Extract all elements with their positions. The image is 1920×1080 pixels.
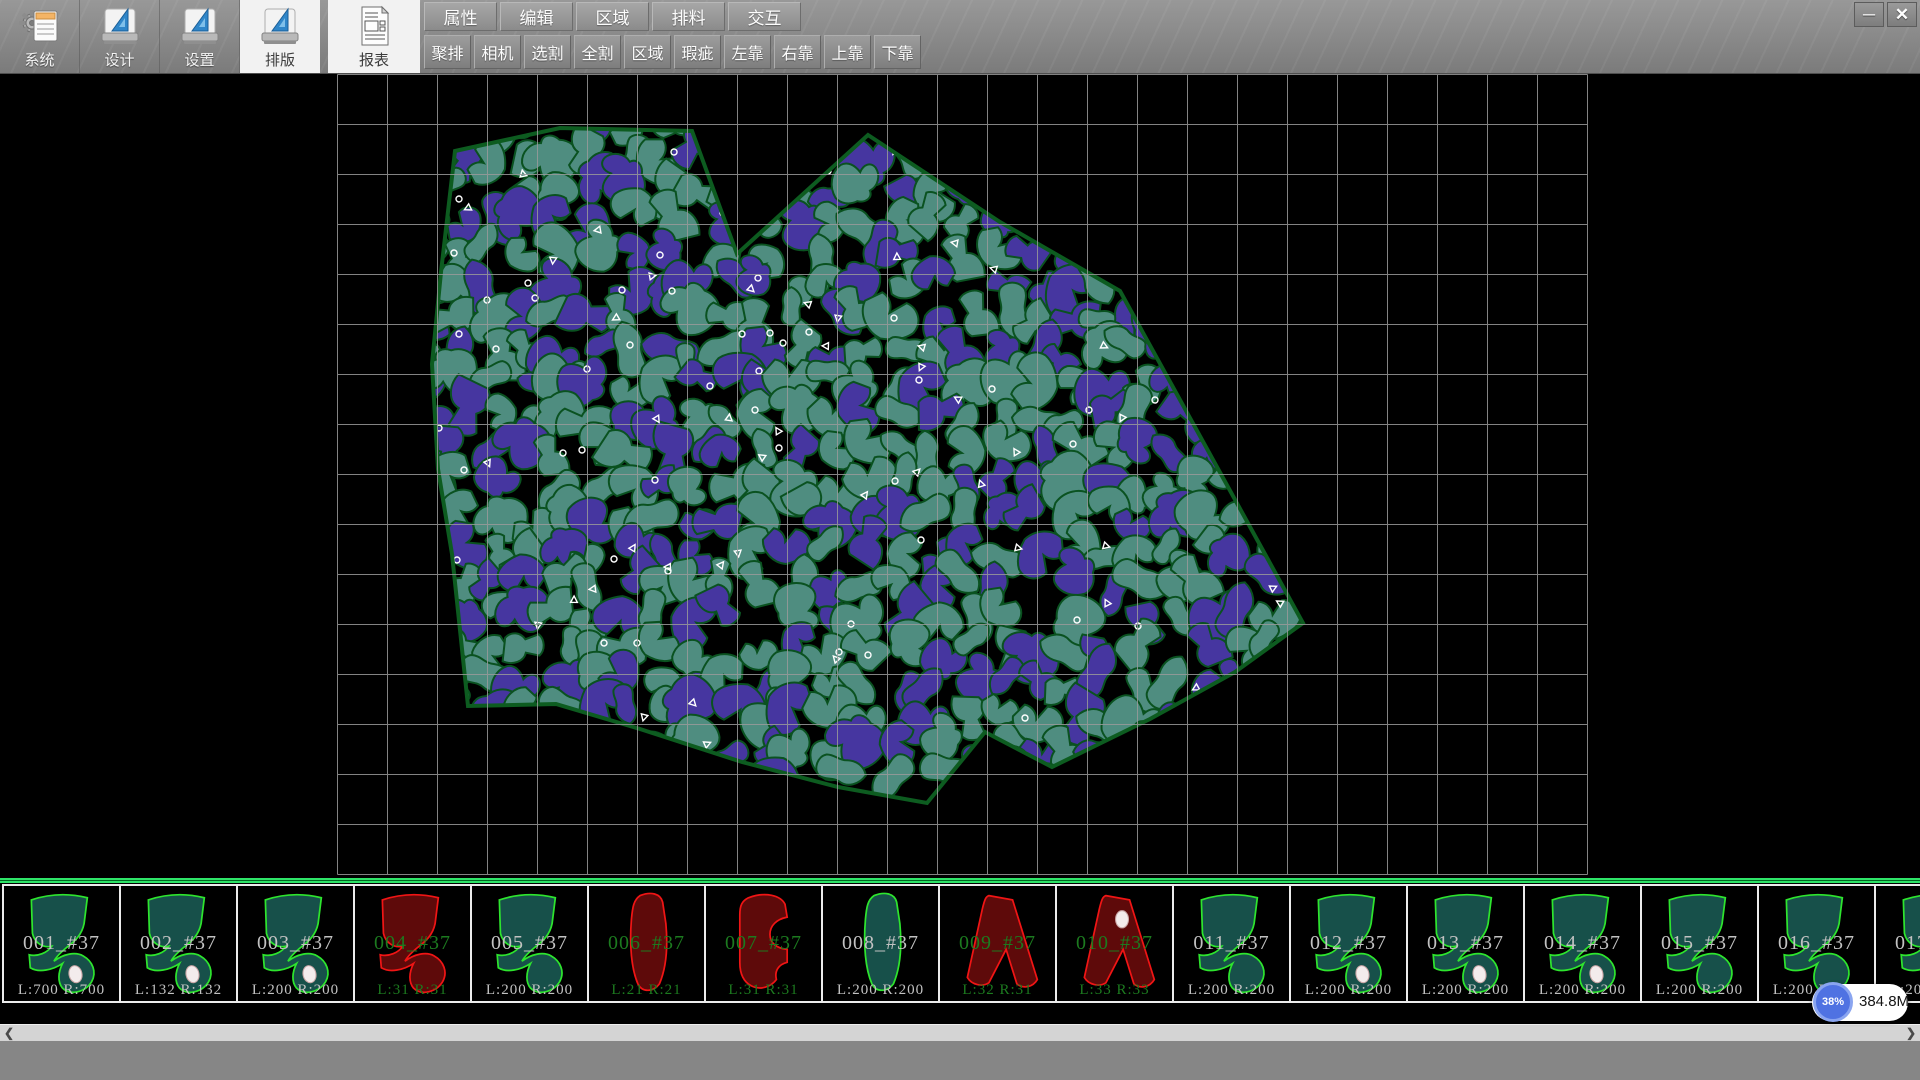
piece-counts-label: L:200 R:200 — [1525, 982, 1640, 999]
piece-name-label: 002_#37 — [121, 932, 236, 955]
piece-name-label: 013_#37 — [1408, 932, 1523, 955]
piece-thumbnail[interactable]: 012_#37 L:200 R:200 — [1289, 884, 1408, 1003]
piece-counts-label: L:21 R:21 — [589, 982, 704, 999]
action-button[interactable]: 右靠 — [774, 35, 821, 69]
system-gear-icon — [17, 4, 63, 48]
progress-badge: 38% 384.8M — [1812, 984, 1908, 1021]
piece-name-label: 005_#37 — [472, 932, 587, 955]
nesting-app-window: 系统 设计 设置 排版 报表 属性编辑区域排料交互 聚排相机选割全割区域瑕疵左靠… — [0, 0, 1920, 1080]
piece-name-label: 015_#37 — [1642, 932, 1757, 955]
piece-name-label: 011_#37 — [1174, 932, 1289, 955]
toolbar-button-label: 系统 — [24, 49, 54, 70]
nesting-layout-svg — [0, 74, 1920, 878]
toolbar-button-label: 设置 — [184, 49, 214, 70]
piece-name-label: 012_#37 — [1291, 932, 1406, 955]
window-controls: ─ ✕ — [1851, 2, 1917, 27]
toolbar-button-design-ruler[interactable]: 设计 — [80, 0, 160, 73]
toolbar-button-label: 设计 — [104, 49, 134, 70]
piece-counts-label: L:200 R:200 — [238, 982, 353, 999]
settings-ruler-icon — [177, 4, 223, 48]
piece-thumbnail[interactable]: 005_#37 L:200 R:200 — [470, 884, 589, 1003]
piece-thumbnail[interactable]: 013_#37 L:200 R:200 — [1406, 884, 1525, 1003]
piece-counts-label: L:31 R:31 — [355, 982, 470, 999]
piece-counts-label: L:700 R:700 — [4, 982, 119, 999]
piece-name-label: 006_#37 — [589, 932, 704, 955]
thumbnail-cells: 001_#37L:700 R:700002_#37L:132 R:132003_… — [2, 884, 1920, 1003]
progress-circle: 38% — [1813, 982, 1853, 1022]
menu-tab[interactable]: 编辑 — [500, 2, 573, 31]
toolbar-button-settings-ruler[interactable]: 设置 — [160, 0, 240, 73]
piece-name-label: 008_#37 — [823, 932, 938, 955]
piece-counts-label: L:132 R:132 — [121, 982, 236, 999]
toolbar-button-report-doc[interactable]: 报表 — [328, 0, 420, 73]
piece-thumbnail[interactable]: 002_#37 L:132 R:132 — [119, 884, 238, 1003]
piece-thumbnail[interactable]: 004_#37 L:31 R:31 — [353, 884, 472, 1003]
scroll-left-icon[interactable]: ❮ — [0, 1025, 18, 1041]
action-button[interactable]: 区域 — [624, 35, 671, 69]
piece-thumbnail-strip: 001_#37L:700 R:700002_#37L:132 R:132003_… — [0, 878, 1920, 1004]
action-button[interactable]: 左靠 — [724, 35, 771, 69]
piece-thumbnail[interactable]: 007_#37 L:31 R:31 — [704, 884, 823, 1003]
piece-counts-label: L:200 R:200 — [823, 982, 938, 999]
piece-thumbnail[interactable]: 014_#37 L:200 R:200 — [1523, 884, 1642, 1003]
piece-name-label: 004_#37 — [355, 932, 470, 955]
piece-counts-label: L:200 R:200 — [1408, 982, 1523, 999]
action-button[interactable]: 上靠 — [824, 35, 871, 69]
piece-name-label: 001_#37 — [4, 932, 119, 955]
menu-tab[interactable]: 交互 — [728, 2, 801, 31]
action-button[interactable]: 瑕疵 — [674, 35, 721, 69]
report-doc-icon — [351, 4, 397, 48]
title-toolbar: 系统 设计 设置 排版 报表 属性编辑区域排料交互 聚排相机选割全割区域瑕疵左靠… — [0, 0, 1920, 74]
menu-tab[interactable]: 排料 — [652, 2, 725, 31]
menu-tab[interactable]: 属性 — [424, 2, 497, 31]
toolbar-button-system-gear[interactable]: 系统 — [0, 0, 80, 73]
action-button[interactable]: 下靠 — [874, 35, 921, 69]
status-bar — [0, 1041, 1920, 1080]
piece-counts-label: L:200 R:200 — [1642, 982, 1757, 999]
toolbar-button-nesting-ruler[interactable]: 排版 — [240, 0, 320, 73]
action-button[interactable]: 聚排 — [424, 35, 471, 69]
memory-usage-label: 384.8M — [1859, 993, 1909, 1010]
strip-divider-line — [0, 878, 1920, 883]
horizontal-scrollbar[interactable]: ❮ ❯ — [0, 1024, 1920, 1041]
close-icon[interactable]: ✕ — [1887, 2, 1917, 27]
piece-thumbnail[interactable]: 001_#37 L:700 R:700 — [2, 884, 121, 1003]
piece-thumbnail[interactable]: 015_#37 L:200 R:200 — [1640, 884, 1759, 1003]
piece-name-label: 009_#37 — [940, 932, 1055, 955]
piece-name-label: 007_#37 — [706, 932, 821, 955]
piece-thumbnail[interactable]: 009_#37 L:32 R:31 — [938, 884, 1057, 1003]
piece-name-label: 003_#37 — [238, 932, 353, 955]
action-toolbar: 聚排相机选割全割区域瑕疵左靠右靠上靠下靠 — [424, 35, 924, 69]
main-toolbar: 系统 设计 设置 排版 报表 — [0, 0, 421, 73]
piece-counts-label: L:200 R:200 — [472, 982, 587, 999]
piece-name-label: 016_#37 — [1759, 932, 1874, 955]
action-button[interactable]: 相机 — [474, 35, 521, 69]
piece-counts-label: L:31 R:31 — [706, 982, 821, 999]
piece-thumbnail[interactable]: 003_#37 L:200 R:200 — [236, 884, 355, 1003]
piece-counts-label: L:33 R:33 — [1057, 982, 1172, 999]
piece-thumbnail[interactable]: 010_#37 L:33 R:33 — [1055, 884, 1174, 1003]
piece-thumbnail[interactable]: 008_#37 L:200 R:200 — [821, 884, 940, 1003]
toolbar-button-label: 报表 — [359, 49, 389, 70]
action-button[interactable]: 全割 — [574, 35, 621, 69]
nesting-canvas[interactable] — [0, 74, 1920, 878]
piece-name-label: 017_#37 — [1876, 932, 1920, 955]
piece-counts-label: L:200 R:200 — [1174, 982, 1289, 999]
piece-thumbnail[interactable]: 011_#37 L:200 R:200 — [1172, 884, 1291, 1003]
piece-thumbnail[interactable]: 006_#37 L:21 R:21 — [587, 884, 706, 1003]
menu-tab[interactable]: 区域 — [576, 2, 649, 31]
piece-name-label: 010_#37 — [1057, 932, 1172, 955]
piece-counts-label: L:200 R:200 — [1291, 982, 1406, 999]
design-ruler-icon — [97, 4, 143, 48]
nested-pieces-group — [379, 81, 1351, 822]
menu-tab-bar: 属性编辑区域排料交互 — [424, 2, 804, 31]
scroll-right-icon[interactable]: ❯ — [1902, 1025, 1920, 1041]
piece-counts-label: L:32 R:31 — [940, 982, 1055, 999]
piece-name-label: 014_#37 — [1525, 932, 1640, 955]
toolbar-button-label: 排版 — [265, 49, 295, 70]
nesting-ruler-icon — [257, 4, 303, 48]
minimize-icon[interactable]: ─ — [1854, 2, 1884, 27]
action-button[interactable]: 选割 — [524, 35, 571, 69]
